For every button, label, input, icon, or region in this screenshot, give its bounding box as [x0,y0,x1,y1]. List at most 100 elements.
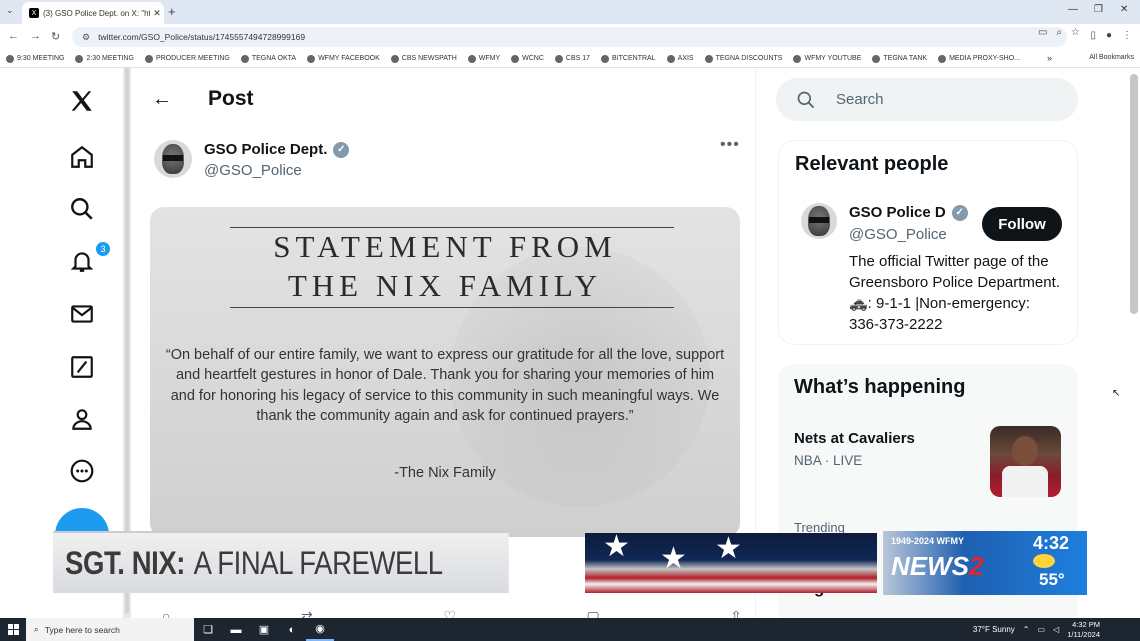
headline-bold: SGT. NIX: [65,544,186,581]
bookmark-label: CBS NEWSPATH [401,55,457,62]
bookmark-item[interactable]: CBS 17 [554,54,590,63]
bookmark-favicon-icon [704,54,713,63]
bookmark-item[interactable]: AXIS [666,54,694,63]
minimize-icon[interactable]: — [1068,4,1078,15]
home-icon[interactable] [67,142,97,172]
grok-slash-icon[interactable] [67,352,97,382]
back-arrow-icon[interactable]: ← [152,88,172,111]
url-input[interactable]: ⚙ twitter.com/GSO_Police/status/17455574… [72,27,1067,47]
tab-list-chevron-icon[interactable]: ⌄ [6,5,14,16]
mouse-cursor-icon: ↖ [1112,388,1121,399]
bookmark-star-icon[interactable]: ☆ [1071,27,1080,38]
relevant-avatar[interactable] [801,203,837,239]
police-badge-icon [808,206,830,236]
follow-button[interactable]: Follow [982,207,1062,241]
police-badge-icon [162,144,184,174]
bookmarks-overflow-icon[interactable]: » [1047,53,1052,63]
system-tray: 37°F Sunny ⌃ ▭ ◁ 4:32 PM 1/11/2024 [973,618,1100,641]
trend-thumbnail[interactable] [990,426,1061,497]
back-icon[interactable]: ← [8,30,19,42]
bookmark-label: TEGNA TANK [883,55,928,62]
bookmark-item[interactable]: MEDIA PROXY-SHO... [938,54,1020,63]
author-avatar[interactable] [154,140,192,178]
bookmark-label: WFMY [478,55,501,62]
taskbar-clock[interactable]: 4:32 PM 1/11/2024 [1067,620,1100,640]
all-bookmarks-button[interactable]: All Bookmarks [1089,54,1134,61]
bookmark-label: 9:30 MEETING [17,55,65,62]
taskbar-weather[interactable]: 37°F Sunny [973,625,1015,634]
bookmark-item[interactable]: WFMY [467,54,501,63]
search-placeholder: Search [836,91,884,108]
more-options-icon[interactable]: ••• [720,136,740,154]
trend-item-meta: NBA · LIVE [794,453,863,468]
more-circle-icon[interactable] [67,456,97,486]
bookmark-favicon-icon [240,54,249,63]
bookmark-item[interactable]: 2:30 MEETING [75,54,134,63]
site-info-icon[interactable]: ⚙ [82,32,90,43]
notifications-bell-icon[interactable]: 3 [67,241,111,276]
player-jersey-shape [1002,466,1048,497]
bookmark-item[interactable]: WCNC [511,54,544,63]
bookmark-item[interactable]: TEGNA OKTA [240,54,296,63]
notification-count-badge: 3 [95,241,111,257]
forward-icon[interactable]: → [30,30,41,42]
task-view-icon[interactable]: ❏ [194,618,222,641]
bookmark-item[interactable]: WFMY YOUTUBE [793,54,861,63]
reload-icon[interactable]: ↻ [51,30,60,43]
taskbar-search-placeholder: Type here to search [44,624,120,635]
player-face-shape [1012,436,1038,466]
bookmark-item[interactable]: CBS NEWSPATH [390,54,457,63]
relevant-handle[interactable]: @GSO_Police [849,226,947,243]
x-logo-icon[interactable] [67,86,97,116]
chrome-icon[interactable]: ◉ [306,618,334,641]
bookmark-favicon-icon [6,54,14,63]
author-name-row[interactable]: GSO Police Dept. ✓ [204,141,350,158]
clock-time: 4:32 PM [1072,619,1100,629]
bookmark-item[interactable]: TEGNA TANK [872,54,928,63]
profile-person-icon[interactable] [67,404,97,434]
relevant-name-row[interactable]: GSO Police D ✓ [849,204,968,221]
app-icon[interactable]: ◐ [278,618,306,641]
bookmark-item[interactable]: 9:30 MEETING [6,54,65,63]
messages-envelope-icon[interactable] [67,299,97,329]
network-icon[interactable]: ▭ [1037,625,1045,634]
author-name: GSO Police Dept. [204,141,328,158]
bookmark-item[interactable]: BITCENTRAL [601,54,656,63]
author-handle[interactable]: @GSO_Police [204,162,302,179]
url-actions: ▭ ⌕ ☆ [1038,27,1080,38]
bookmark-label: AXIS [677,55,694,62]
statement-image[interactable]: STATEMENT FROM THE NIX FAMILY “On behalf… [150,207,740,537]
new-tab-plus-icon[interactable]: + [168,4,176,19]
relevant-name: GSO Police D [849,204,946,221]
station-bug: 1949-2024 WFMY NEWS2 4:32 55° [883,531,1087,595]
bookmark-item[interactable]: WFMY FACEBOOK [307,54,380,63]
explore-search-icon[interactable] [67,194,97,224]
menu-kebab-icon[interactable]: ⋮ [1122,30,1132,41]
restore-icon[interactable]: ❐ [1094,4,1103,15]
zoom-icon[interactable]: ⌕ [1056,27,1062,38]
trend-item-title[interactable]: Nets at Cavaliers [794,430,915,447]
volume-icon[interactable]: ◁ [1053,625,1059,634]
media-app-icon[interactable]: ▣ [250,618,278,641]
search-input[interactable]: Search [776,78,1078,121]
bookmark-favicon-icon [144,54,153,63]
news-lower-third: SGT. NIX: A FINAL FAREWELL [53,531,509,593]
bookmark-favicon-icon [467,54,476,63]
page-scrollbar[interactable] [1130,74,1138,314]
bookmark-item[interactable]: TEGNA DISCOUNTS [704,54,782,63]
install-icon[interactable]: ▭ [1038,27,1047,38]
tray-chevron-icon[interactable]: ⌃ [1023,625,1030,634]
sidepanel-icon[interactable]: ▯ [1090,30,1096,41]
browser-tabstrip: ⌄ X (3) GSO Police Dept. on X: "htt ✕ + … [0,0,1140,24]
start-windows-icon[interactable] [0,618,26,641]
profile-icon[interactable]: ● [1106,30,1112,41]
bookmark-item[interactable]: PRODUCER MEETING [144,54,230,63]
broadcast-temperature: 55° [1039,570,1065,589]
file-explorer-icon[interactable]: ▬ [222,618,250,641]
bookmark-favicon-icon [307,54,316,63]
taskbar-search-input[interactable]: ⌕ Type here to search [26,618,194,641]
close-window-icon[interactable]: ✕ [1120,4,1128,15]
station-logo-news: NEWS [891,551,969,581]
browser-tab[interactable]: X (3) GSO Police Dept. on X: "htt ✕ [22,2,164,24]
tab-close-icon[interactable]: ✕ [150,8,164,19]
